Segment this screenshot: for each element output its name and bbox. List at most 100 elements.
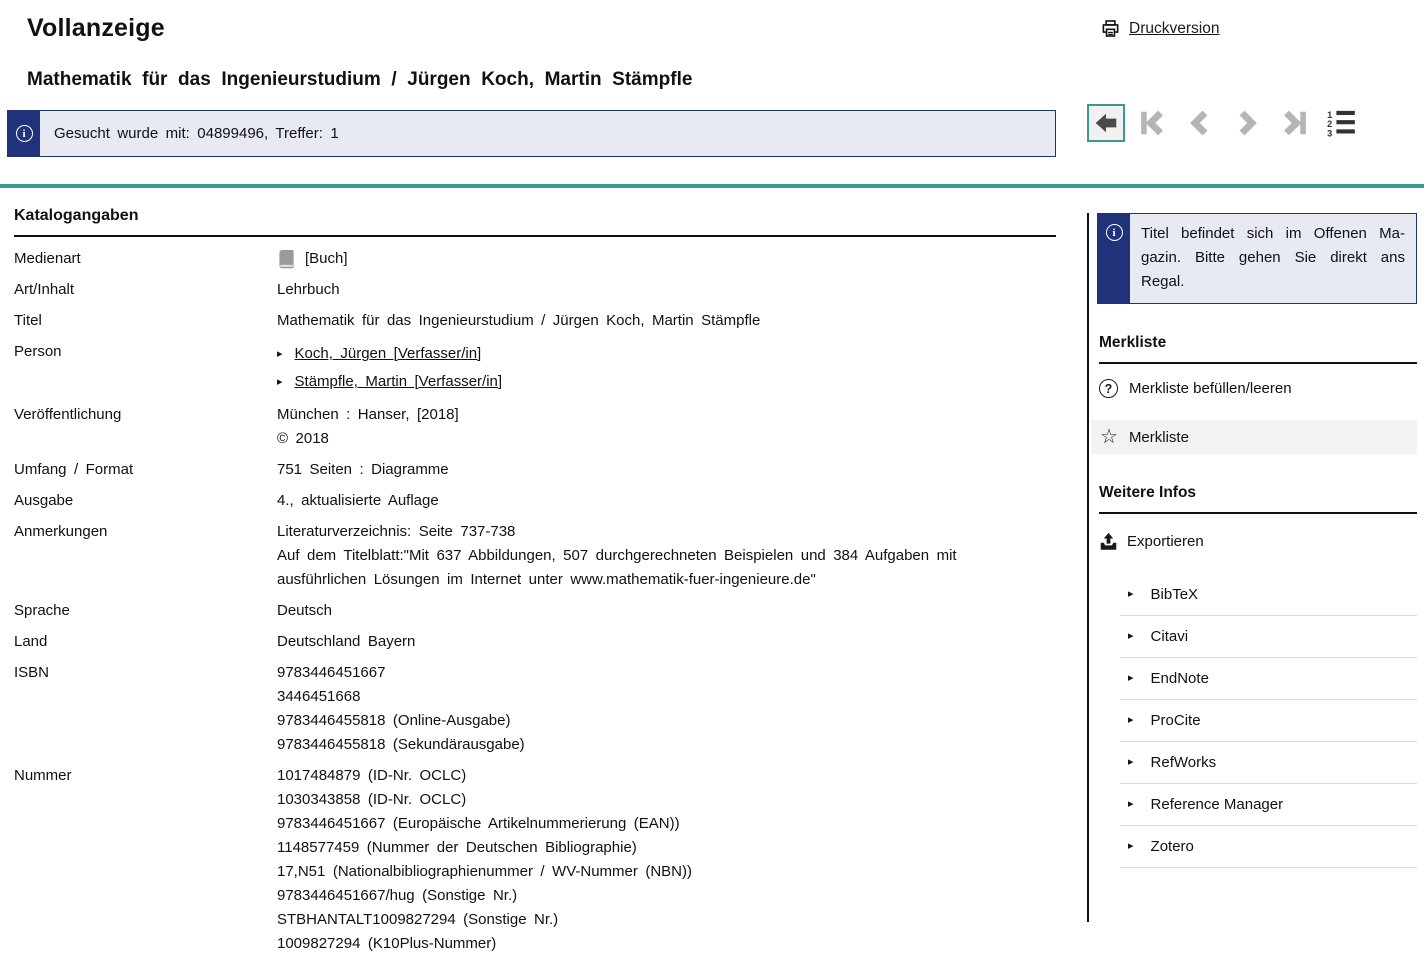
book-icon — [277, 249, 296, 270]
last-record-icon — [1279, 108, 1309, 138]
merkliste-fill-label: Merkliste befüllen/leeren — [1129, 380, 1292, 397]
record-navigation-toolbar: 1 2 3 — [1087, 104, 1360, 142]
export-format-label: BibTeX — [1151, 586, 1199, 603]
catalog-row-isbn: ISBN 9783446451667 3446451668 9783446455… — [14, 657, 1056, 760]
catalog-row-nummer: Nummer 1017484879 (ID-Nr. OCLC) 10303438… — [14, 760, 1056, 959]
row-value: 4., aktualisierte Auflage — [277, 489, 1035, 513]
merkliste-button[interactable]: ☆ Merkliste — [1091, 420, 1417, 454]
numbered-list-icon: 1 2 3 — [1326, 109, 1356, 137]
export-format-procite[interactable]: ▸ ProCite — [1120, 700, 1417, 742]
row-value: Deutsch — [277, 599, 1035, 623]
section-divider-rule — [0, 184, 1424, 188]
row-value-line: 9783446451667 — [277, 661, 1035, 685]
row-value-line: 1009827294 (K10Plus-Nummer) — [277, 932, 1035, 956]
triangle-bullet-icon: ▸ — [1128, 715, 1134, 726]
export-format-endnote[interactable]: ▸ EndNote — [1120, 658, 1417, 700]
export-format-bibtex[interactable]: ▸ BibTeX — [1120, 574, 1417, 616]
star-icon: ☆ — [1100, 427, 1118, 447]
person-link[interactable]: Stämpfle, Martin [Verfasser/in] — [295, 368, 503, 396]
catalog-row-veroeffentlichung: Veröffentlichung München : Hanser, [2018… — [14, 399, 1056, 454]
export-format-refworks[interactable]: ▸ RefWorks — [1120, 742, 1417, 784]
row-value-line: 17,N51 (Nationalbibliographienummer / WV… — [277, 860, 1035, 884]
location-notice-text: Titel befindet sich im Offenen Ma­gazin.… — [1130, 214, 1416, 303]
search-result-notice: i Gesucht wurde mit: 04899496, Treffer: … — [7, 110, 1056, 157]
row-value-line: 1017484879 (ID-Nr. OCLC) — [277, 764, 1035, 788]
catalog-row-person: Person ▸ Koch, Jürgen [Verfasser/in] ▸ S… — [14, 336, 1056, 399]
info-icon: i — [1106, 224, 1123, 241]
location-notice: i Titel befindet sich im Offenen Ma­gazi… — [1097, 213, 1417, 304]
catalog-row-ausgabe: Ausgabe 4., aktualisierte Auflage — [14, 485, 1056, 516]
person-link-row: ▸ Stämpfle, Martin [Verfasser/in] — [277, 368, 1035, 396]
person-link-row: ▸ Koch, Jürgen [Verfasser/in] — [277, 340, 1035, 368]
row-label: Person — [14, 340, 277, 396]
export-format-label: Zotero — [1151, 838, 1194, 855]
row-value-line: Literaturverzeichnis: Seite 737-738 — [277, 520, 1035, 544]
row-label: Ausgabe — [14, 489, 277, 513]
export-format-reference-manager[interactable]: ▸ Reference Manager — [1120, 784, 1417, 826]
next-record-button[interactable] — [1228, 104, 1266, 142]
export-button[interactable]: Exportieren — [1099, 514, 1417, 568]
row-value: Lehrbuch — [277, 278, 1035, 302]
merkliste-fill-button[interactable]: ? Merkliste befüllen/leeren — [1099, 364, 1417, 413]
row-label: ISBN — [14, 661, 277, 757]
triangle-bullet-icon: ▸ — [1128, 757, 1134, 768]
export-label: Exportieren — [1127, 533, 1204, 550]
row-value-line: 9783446451667 (Europäische Artikelnummer… — [277, 812, 1035, 836]
catalog-row-sprache: Sprache Deutsch — [14, 595, 1056, 626]
export-format-zotero[interactable]: ▸ Zotero — [1120, 826, 1417, 868]
row-value-line: © 2018 — [277, 427, 1035, 451]
question-circle-icon: ? — [1099, 379, 1118, 398]
row-value-line: 1148577459 (Nummer der Deutschen Bibliog… — [277, 836, 1035, 860]
export-upload-icon — [1099, 532, 1118, 551]
printer-icon — [1101, 19, 1120, 38]
export-format-label: ProCite — [1151, 712, 1201, 729]
row-label: Medienart — [14, 247, 277, 271]
info-icon: i — [16, 125, 33, 142]
catalog-row-land: Land Deutschland Bayern — [14, 626, 1056, 657]
row-label: Titel — [14, 309, 277, 333]
row-value-line: Auf dem Titelblatt:"Mit 637 Abbildungen,… — [277, 544, 1035, 592]
print-version-link[interactable]: Druckversion — [1101, 19, 1219, 38]
row-value-line: 1030343858 (ID-Nr. OCLC) — [277, 788, 1035, 812]
first-record-button[interactable] — [1134, 104, 1172, 142]
row-label: Umfang / Format — [14, 458, 277, 482]
catalog-row-umfang-format: Umfang / Format 751 Seiten : Diagramme — [14, 454, 1056, 485]
merkliste-label: Merkliste — [1129, 429, 1189, 446]
triangle-bullet-icon: ▸ — [1128, 841, 1134, 852]
triangle-bullet-icon: ▸ — [1128, 673, 1134, 684]
row-value: [Buch] — [305, 247, 348, 271]
export-format-citavi[interactable]: ▸ Citavi — [1120, 616, 1417, 658]
merkliste-heading: Merkliste — [1099, 334, 1417, 364]
export-format-label: Citavi — [1151, 628, 1189, 645]
catalog-row-art-inhalt: Art/Inhalt Lehrbuch — [14, 274, 1056, 305]
page-title: Vollanzeige — [27, 14, 165, 43]
triangle-bullet-icon: ▸ — [1128, 589, 1134, 600]
next-record-icon — [1232, 108, 1262, 138]
row-value-line: STBHANTALT1009827294 (Sonstige Nr.) — [277, 908, 1035, 932]
sidebar: i Titel befindet sich im Offenen Ma­gazi… — [1087, 213, 1417, 922]
row-value: 751 Seiten : Diagramme — [277, 458, 1035, 482]
weitere-infos-heading: Weitere Infos — [1099, 484, 1417, 514]
notice-accent-strip: i — [8, 111, 40, 156]
row-label: Art/Inhalt — [14, 278, 277, 302]
triangle-bullet-icon: ▸ — [277, 349, 283, 360]
notice-accent-strip: i — [1098, 214, 1130, 303]
catalog-row-medienart: Medienart [Buch] — [14, 243, 1056, 274]
row-value-line: 9783446455818 (Sekundärausgabe) — [277, 733, 1035, 757]
last-record-button[interactable] — [1275, 104, 1313, 142]
catalog-row-titel: Titel Mathematik für das Ingenieurstudiu… — [14, 305, 1056, 336]
row-label: Veröffentlichung — [14, 403, 277, 451]
back-button[interactable] — [1087, 104, 1125, 142]
catalog-details: Katalogangaben Medienart [Buch] Art/Inha… — [14, 207, 1056, 959]
row-value-line: München : Hanser, [2018] — [277, 403, 1035, 427]
previous-record-button[interactable] — [1181, 104, 1219, 142]
result-list-button[interactable]: 1 2 3 — [1322, 104, 1360, 142]
person-link[interactable]: Koch, Jürgen [Verfasser/in] — [295, 340, 482, 368]
export-format-label: RefWorks — [1151, 754, 1217, 771]
row-value: Deutschland Bayern — [277, 630, 1035, 654]
export-format-label: Reference Manager — [1151, 796, 1284, 813]
first-record-icon — [1138, 108, 1168, 138]
row-label: Sprache — [14, 599, 277, 623]
row-label: Nummer — [14, 764, 277, 956]
triangle-bullet-icon: ▸ — [1128, 799, 1134, 810]
